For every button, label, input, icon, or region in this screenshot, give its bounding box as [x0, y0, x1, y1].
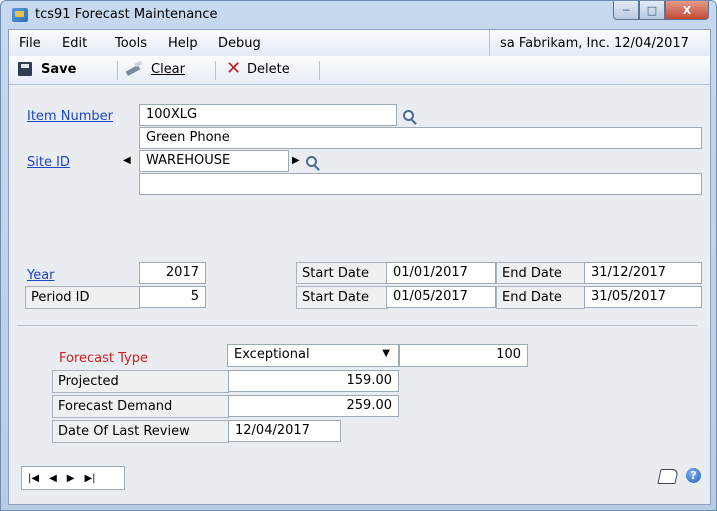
- forecast-demand-label: Forecast Demand: [52, 395, 229, 418]
- chevron-down-icon: ▼: [382, 348, 390, 359]
- item-description-field[interactable]: Green Phone: [139, 127, 702, 149]
- forecast-type-label: Forecast Type: [59, 351, 149, 366]
- record-navigation: |◀ ◀ ▶ ▶|: [21, 466, 125, 490]
- toolbar-divider: [215, 61, 216, 80]
- previous-record-button[interactable]: ◀: [49, 473, 57, 484]
- toolbar-divider: [319, 61, 320, 80]
- site-id-field[interactable]: WAREHOUSE: [139, 150, 289, 172]
- clear-icon: [125, 61, 143, 75]
- period-end-field: 31/05/2017: [584, 286, 702, 308]
- menu-debug[interactable]: Debug: [218, 36, 261, 51]
- save-icon: [18, 62, 32, 76]
- period-start-label: Start Date: [296, 286, 388, 309]
- app-icon: [12, 8, 28, 22]
- year-label[interactable]: Year: [27, 268, 55, 283]
- first-record-button[interactable]: |◀: [28, 473, 39, 484]
- site-lookup-button[interactable]: [302, 152, 320, 170]
- period-start-field: 01/05/2017: [386, 286, 496, 308]
- minimize-button[interactable]: ─: [613, 1, 639, 20]
- window-title: tcs91 Forecast Maintenance: [35, 7, 218, 22]
- form-panel: Item Number 100XLG Green Phone Site ID ◀…: [9, 85, 710, 453]
- menu-help[interactable]: Help: [168, 36, 198, 51]
- forecast-demand-field: 259.00: [228, 395, 399, 417]
- footer-bar: |◀ ◀ ▶ ▶| ?: [9, 453, 710, 504]
- menu-edit[interactable]: Edit: [62, 36, 87, 51]
- year-start-label: Start Date: [296, 262, 388, 284]
- maximize-button[interactable]: □: [639, 1, 665, 20]
- delete-button[interactable]: Delete: [247, 62, 290, 77]
- site-id-label[interactable]: Site ID: [27, 155, 70, 170]
- help-icon[interactable]: ?: [686, 468, 701, 483]
- last-record-button[interactable]: ▶|: [84, 473, 95, 484]
- clear-button[interactable]: Clear: [151, 62, 185, 77]
- last-review-field: 12/04/2017: [228, 420, 341, 442]
- magnifier-icon: [402, 109, 414, 121]
- period-end-label: End Date: [496, 286, 585, 309]
- menu-tools[interactable]: Tools: [115, 36, 147, 51]
- item-lookup-button[interactable]: [399, 106, 417, 124]
- note-icon[interactable]: [657, 469, 679, 484]
- site-next-icon[interactable]: ▶: [292, 155, 300, 166]
- period-id-label: Period ID: [25, 286, 140, 309]
- projected-field: 159.00: [228, 370, 399, 392]
- menu-bar: File Edit Tools Help Debug sa Fabrikam, …: [9, 30, 710, 57]
- period-id-field[interactable]: 5: [139, 286, 206, 308]
- menu-file[interactable]: File: [19, 36, 41, 51]
- window-controls: ─ □ X: [613, 1, 709, 21]
- title-bar[interactable]: tcs91 Forecast Maintenance ─ □ X: [1, 1, 716, 29]
- site-prev-icon[interactable]: ◀: [123, 155, 131, 166]
- delete-icon: ✕: [226, 58, 242, 79]
- save-button[interactable]: Save: [41, 62, 76, 77]
- item-number-label[interactable]: Item Number: [27, 109, 113, 124]
- company-info: sa Fabrikam, Inc. 12/04/2017: [489, 30, 710, 56]
- client-area: File Edit Tools Help Debug sa Fabrikam, …: [8, 29, 711, 505]
- year-field[interactable]: 2017: [139, 262, 206, 284]
- last-review-label: Date Of Last Review: [52, 420, 229, 443]
- item-number-field[interactable]: 100XLG: [139, 104, 397, 126]
- app-window: tcs91 Forecast Maintenance ─ □ X File Ed…: [0, 0, 717, 511]
- forecast-type-dropdown[interactable]: Exceptional ▼: [227, 344, 399, 367]
- projected-label: Projected: [52, 370, 229, 393]
- next-record-button[interactable]: ▶: [67, 473, 75, 484]
- section-divider: [17, 325, 697, 326]
- site-description-field[interactable]: [139, 173, 702, 195]
- magnifier-icon: [305, 155, 317, 167]
- forecast-amount-field[interactable]: 100: [399, 344, 528, 367]
- year-end-field: 31/12/2017: [584, 262, 702, 284]
- toolbar-divider: [117, 61, 118, 80]
- close-button[interactable]: X: [665, 1, 709, 20]
- toolbar: Save Clear ✕ Delete: [9, 56, 710, 85]
- year-end-label: End Date: [496, 262, 585, 284]
- forecast-type-value: Exceptional: [234, 347, 310, 362]
- year-start-field: 01/01/2017: [386, 262, 496, 284]
